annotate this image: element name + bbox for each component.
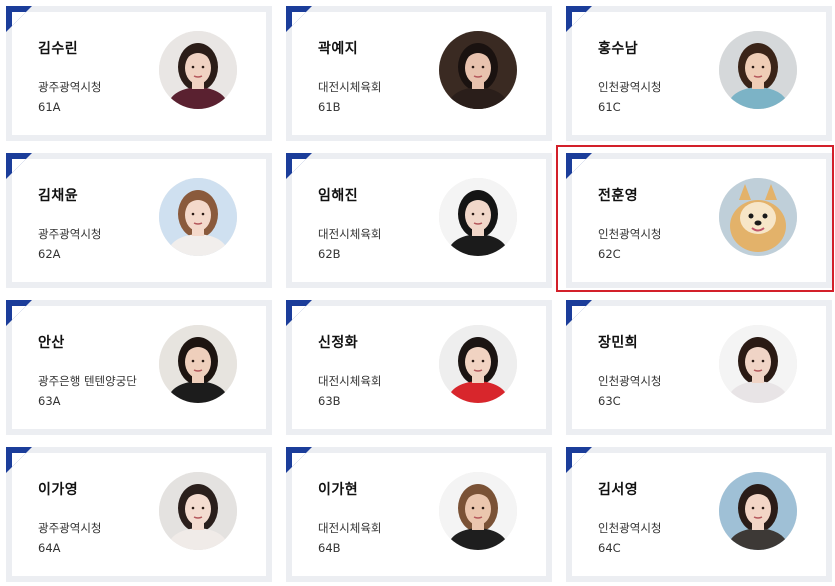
athlete-number: 61C <box>598 100 621 114</box>
person-photo-icon <box>159 178 237 256</box>
person-photo-icon <box>439 31 517 109</box>
card-corner-accent <box>6 300 32 326</box>
person-photo-icon <box>719 31 797 109</box>
athlete-team: 광주광역시청 <box>38 80 102 94</box>
athlete-name: 신정화 <box>318 335 359 351</box>
person-photo-icon <box>439 325 517 403</box>
card-corner-accent <box>566 153 592 179</box>
athlete-card[interactable]: 곽예지대전시체육회 61B <box>286 6 552 141</box>
athlete-card[interactable]: 이가영광주광역시청 64A <box>6 447 272 582</box>
athlete-team: 대전시체육회 <box>318 374 382 388</box>
person-photo-icon <box>439 472 517 550</box>
athlete-team: 대전시체육회 <box>318 521 382 535</box>
card-corner-accent <box>566 6 592 32</box>
athlete-number: 62B <box>318 247 341 261</box>
card-corner-accent <box>286 300 312 326</box>
athlete-number: 63C <box>598 394 621 408</box>
athlete-team: 대전시체육회 <box>318 227 382 241</box>
athlete-team: 인천광역시청 <box>598 80 662 94</box>
dog-photo-icon <box>719 178 797 256</box>
athlete-name: 홍수남 <box>598 41 639 57</box>
athlete-card[interactable]: 이가현대전시체육회 64B <box>286 447 552 582</box>
athlete-name: 곽예지 <box>318 41 359 57</box>
card-corner-accent <box>6 447 32 473</box>
athlete-card[interactable]: 임해진대전시체육회 62B <box>286 153 552 288</box>
athlete-team: 인천광역시청 <box>598 227 662 241</box>
card-corner-accent <box>6 6 32 32</box>
athlete-number: 63B <box>318 394 341 408</box>
athlete-card[interactable]: 전훈영인천광역시청 62C <box>566 153 832 288</box>
athlete-name: 이가영 <box>38 482 79 498</box>
athlete-number: 62C <box>598 247 621 261</box>
athlete-card[interactable]: 장민희인천광역시청 63C <box>566 300 832 435</box>
card-corner-accent <box>286 153 312 179</box>
athlete-name: 안산 <box>38 335 65 351</box>
card-corner-accent <box>6 153 32 179</box>
athlete-grid: 김수린 광주광역시청 61A 곽예지 대전시체육회 61B 홍수남 인천광역시청 61C 김채윤 광… <box>0 0 835 586</box>
athlete-number: 64B <box>318 541 341 555</box>
athlete-number: 61A <box>38 100 61 114</box>
athlete-name: 이가현 <box>318 482 359 498</box>
athlete-name: 장민희 <box>598 335 639 351</box>
athlete-name: 김서영 <box>598 482 639 498</box>
athlete-name: 전훈영 <box>598 188 639 204</box>
athlete-number: 64C <box>598 541 621 555</box>
card-corner-accent <box>286 6 312 32</box>
person-photo-icon <box>719 472 797 550</box>
athlete-team: 광주은행 텐텐양궁단 <box>38 374 137 388</box>
athlete-card[interactable]: 홍수남인천광역시청 61C <box>566 6 832 141</box>
person-photo-icon <box>719 325 797 403</box>
athlete-number: 62A <box>38 247 61 261</box>
athlete-card[interactable]: 안산광주은행 텐텐양궁단 63A <box>6 300 272 435</box>
card-corner-accent <box>566 447 592 473</box>
athlete-card[interactable]: 신정화대전시체육회 63B <box>286 300 552 435</box>
person-photo-icon <box>159 31 237 109</box>
athlete-team: 인천광역시청 <box>598 521 662 535</box>
athlete-card[interactable]: 김채윤광주광역시청 62A <box>6 153 272 288</box>
athlete-team: 인천광역시청 <box>598 374 662 388</box>
card-corner-accent <box>286 447 312 473</box>
person-photo-icon <box>439 178 517 256</box>
athlete-name: 김수린 <box>38 41 79 57</box>
athlete-number: 63A <box>38 394 61 408</box>
athlete-team: 대전시체육회 <box>318 80 382 94</box>
card-corner-accent <box>566 300 592 326</box>
athlete-team: 광주광역시청 <box>38 227 102 241</box>
person-photo-icon <box>159 325 237 403</box>
athlete-card[interactable]: 김수린광주광역시청 61A <box>6 6 272 141</box>
athlete-name: 김채윤 <box>38 188 79 204</box>
athlete-number: 61B <box>318 100 341 114</box>
athlete-number: 64A <box>38 541 61 555</box>
person-photo-icon <box>159 472 237 550</box>
athlete-team: 광주광역시청 <box>38 521 102 535</box>
athlete-card[interactable]: 김서영인천광역시청 64C <box>566 447 832 582</box>
athlete-name: 임해진 <box>318 188 359 204</box>
